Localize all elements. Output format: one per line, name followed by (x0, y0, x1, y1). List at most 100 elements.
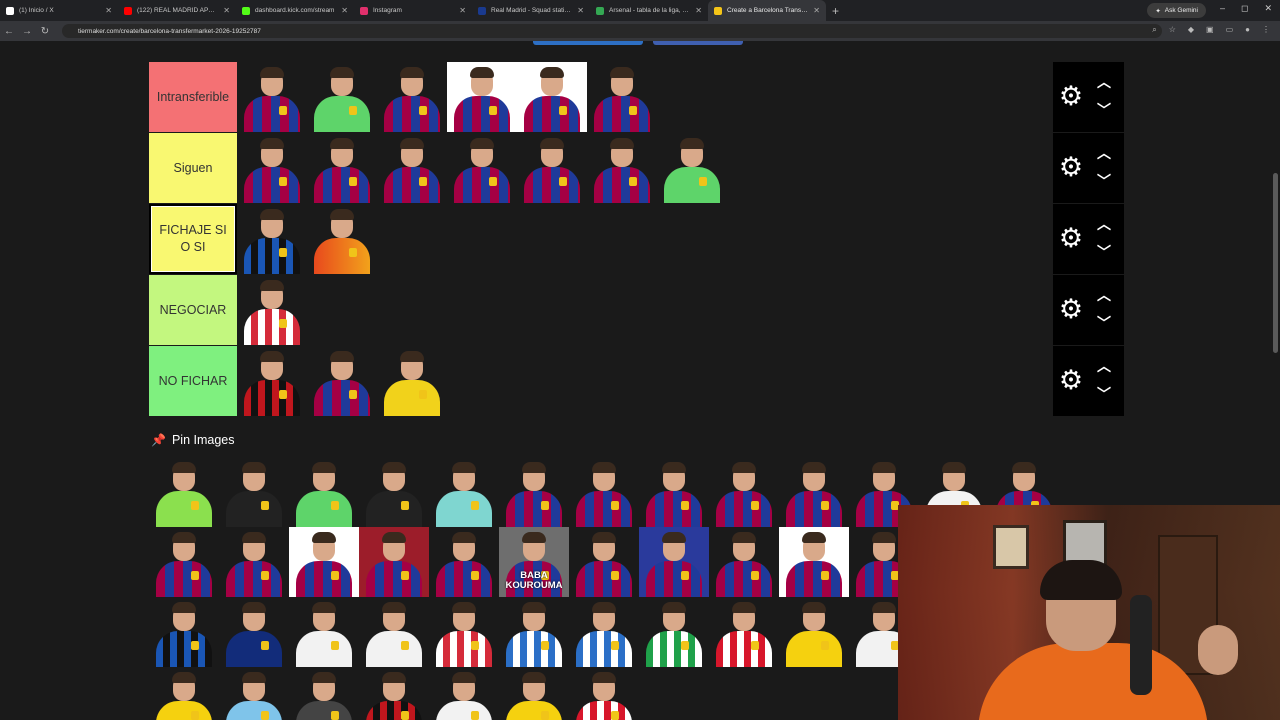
pool-player-card[interactable] (429, 597, 499, 667)
tier-label[interactable]: FICHAJE SI O SI (149, 204, 237, 274)
tier-player-card[interactable] (587, 62, 657, 132)
menu-icon[interactable]: ⋮ (1262, 25, 1270, 35)
tier-player-card[interactable] (307, 204, 377, 274)
pool-player-card[interactable] (499, 667, 569, 720)
pool-player-card[interactable] (359, 667, 429, 720)
ask-gemini-button[interactable]: ✦ Ask Gemini (1147, 3, 1206, 18)
tier-player-card[interactable] (307, 62, 377, 132)
chevron-up-icon[interactable]: ︿ (1097, 285, 1111, 305)
chevron-down-icon[interactable]: ﹀ (1097, 313, 1111, 333)
pool-player-card[interactable] (499, 457, 569, 527)
pool-player-card[interactable] (149, 667, 219, 720)
pool-player-card[interactable] (149, 597, 219, 667)
tier-player-card[interactable] (237, 62, 307, 132)
zoom-icon[interactable]: ⌕ (1152, 25, 1156, 35)
tier-player-card[interactable] (237, 204, 307, 274)
chevron-up-icon[interactable]: ︿ (1097, 356, 1111, 376)
browser-tab[interactable]: Arsenal - tabla de la liga, form ✕ (590, 0, 708, 21)
tab-close-icon[interactable]: ✕ (577, 6, 584, 15)
browser-tab[interactable]: Instagram ✕ (354, 0, 472, 21)
pool-player-card[interactable] (289, 667, 359, 720)
pool-player-card[interactable] (289, 597, 359, 667)
pool-player-card[interactable] (569, 527, 639, 597)
pool-player-card[interactable] (639, 457, 709, 527)
pool-player-card[interactable] (779, 457, 849, 527)
chevron-up-icon[interactable]: ︿ (1097, 143, 1111, 163)
extension-icon[interactable]: ◆ (1188, 25, 1194, 35)
top-button-1[interactable] (533, 41, 643, 45)
chevron-down-icon[interactable]: ﹀ (1097, 242, 1111, 262)
forward-icon[interactable]: → (18, 26, 36, 37)
pool-player-card[interactable] (219, 597, 289, 667)
tier-player-card[interactable] (237, 133, 307, 203)
tab-close-icon[interactable]: ✕ (459, 6, 466, 15)
pool-player-card[interactable]: BABA KOUROUMA (499, 527, 569, 597)
bookmark-star-icon[interactable]: ☆ (1169, 25, 1176, 35)
chevron-down-icon[interactable]: ﹀ (1097, 384, 1111, 404)
tier-player-card[interactable] (587, 133, 657, 203)
tier-label[interactable]: Siguen (149, 133, 237, 203)
chevron-down-icon[interactable]: ﹀ (1097, 171, 1111, 191)
sidebar-icon[interactable]: ▭ (1226, 25, 1234, 35)
pool-player-card[interactable] (359, 597, 429, 667)
gear-icon[interactable]: ⚙ (1058, 225, 1084, 252)
pool-player-card[interactable] (709, 527, 779, 597)
tier-label[interactable]: NEGOCIAR (149, 275, 237, 345)
pool-player-card[interactable] (149, 457, 219, 527)
maximize-icon[interactable]: ◻ (1241, 3, 1248, 14)
chevron-down-icon[interactable]: ﹀ (1097, 100, 1111, 120)
browser-tab[interactable]: (122) REAL MADRID APLAZA TI ✕ (118, 0, 236, 21)
pool-player-card[interactable] (429, 667, 499, 720)
pool-player-card[interactable] (779, 597, 849, 667)
browser-tab[interactable]: Real Madrid - Squad statistics ✕ (472, 0, 590, 21)
tier-player-card[interactable] (237, 275, 307, 345)
back-icon[interactable]: ← (0, 26, 18, 37)
scrollbar[interactable] (1273, 173, 1278, 353)
pool-player-card[interactable] (289, 527, 359, 597)
tier-player-card[interactable] (517, 62, 587, 132)
gear-icon[interactable]: ⚙ (1058, 296, 1084, 323)
tier-player-card[interactable] (377, 346, 447, 416)
tab-close-icon[interactable]: ✕ (223, 6, 230, 15)
pool-player-card[interactable] (569, 597, 639, 667)
pool-player-card[interactable] (639, 527, 709, 597)
pool-player-card[interactable] (219, 527, 289, 597)
browser-tab[interactable]: Create a Barcelona Transferm ✕ (708, 0, 826, 21)
pool-player-card[interactable] (219, 667, 289, 720)
url-field[interactable]: tiermaker.com/create/barcelona-transferm… (62, 24, 1162, 38)
gear-icon[interactable]: ⚙ (1058, 367, 1084, 394)
chevron-up-icon[interactable]: ︿ (1097, 72, 1111, 92)
tier-player-card[interactable] (307, 133, 377, 203)
pool-player-card[interactable] (709, 457, 779, 527)
browser-tab[interactable]: dashboard.kick.com/stream ✕ (236, 0, 354, 21)
minimize-icon[interactable]: – (1220, 3, 1225, 14)
tier-player-card[interactable] (447, 62, 517, 132)
tab-close-icon[interactable]: ✕ (341, 6, 348, 15)
top-button-2[interactable] (653, 41, 743, 45)
new-tab-button[interactable]: + (832, 4, 839, 18)
chevron-up-icon[interactable]: ︿ (1097, 214, 1111, 234)
browser-tab[interactable]: (1) Inicio / X ✕ (0, 0, 118, 21)
tier-player-card[interactable] (377, 62, 447, 132)
tier-player-card[interactable] (657, 133, 727, 203)
reload-icon[interactable]: ↻ (36, 26, 54, 37)
tier-label[interactable]: NO FICHAR (149, 346, 237, 416)
gear-icon[interactable]: ⚙ (1058, 154, 1084, 181)
profile-avatar[interactable]: ● (1245, 25, 1250, 35)
pool-player-card[interactable] (569, 457, 639, 527)
pool-player-card[interactable] (289, 457, 359, 527)
tab-close-icon[interactable]: ✕ (105, 6, 112, 15)
tab-close-icon[interactable]: ✕ (813, 6, 820, 15)
tab-close-icon[interactable]: ✕ (695, 6, 702, 15)
pool-player-card[interactable] (429, 527, 499, 597)
pool-player-card[interactable] (639, 597, 709, 667)
pool-player-card[interactable] (359, 457, 429, 527)
pool-player-card[interactable] (219, 457, 289, 527)
tier-player-card[interactable] (517, 133, 587, 203)
gear-icon[interactable]: ⚙ (1058, 83, 1084, 110)
tier-player-card[interactable] (377, 133, 447, 203)
pool-player-card[interactable] (359, 527, 429, 597)
pool-player-card[interactable] (429, 457, 499, 527)
close-window-icon[interactable]: ✕ (1264, 3, 1272, 14)
tier-player-card[interactable] (447, 133, 517, 203)
